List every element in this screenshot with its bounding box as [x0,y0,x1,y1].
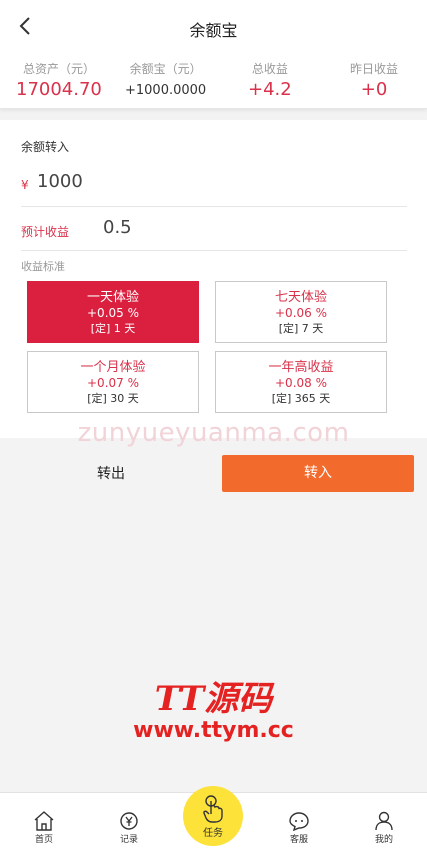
tab-profile[interactable]: 我的 [354,793,414,845]
plan-name: 一天体验 [86,290,139,305]
section-title: 余额转入 [21,140,70,154]
transfer-out-button[interactable]: 转出 [18,456,204,492]
plan-term: [定] 7 天 [278,322,324,335]
stat-label: 总资产（元） [22,62,95,76]
estimate-row: 预计收益 0.5 [21,214,407,251]
page-title: 余额宝 [189,21,238,40]
plan-name: 一个月体验 [80,360,146,375]
transfer-in-button[interactable]: 转入 [222,455,414,492]
brand-watermark: TT源码 www.ttym.cc [0,680,427,744]
plan-term: [定] 1 天 [90,322,136,335]
plan-rate: +0.05 % [87,306,139,320]
plan-rate: +0.08 % [275,376,327,390]
tab-home[interactable]: 首页 [14,793,74,845]
brand-watermark-name: TT源码 [154,679,273,719]
plan-term: [定] 30 天 [87,392,139,405]
stat-label: 余额宝（元） [129,62,202,76]
estimate-label: 预计收益 [21,225,70,239]
stat-label: 总收益 [251,62,288,76]
plan-rate: +0.06 % [275,306,327,320]
site-watermark: zunyueyuanma.com [77,418,350,448]
stat-balance: 余额宝（元） +1000.0000 [125,60,206,98]
stat-total-assets: 总资产（元） 17004.70 [16,60,102,100]
plan-option-1year[interactable]: 一年高收益 +0.08 % [定] 365 天 [215,351,387,413]
plan-name: 七天体验 [274,290,327,305]
record-icon [120,812,138,830]
estimate-value: 0.5 [103,217,132,238]
tap-hand-icon [203,795,223,823]
stat-value: 17004.70 [16,79,102,100]
plan-option-1day[interactable]: 一天体验 +0.05 % [定] 1 天 [27,281,199,343]
tab-label: 我的 [374,835,393,845]
tab-label: 任务 [203,828,223,839]
top-bar: 余额宝 [0,0,427,52]
home-icon [34,811,54,831]
stat-yesterday-earnings: 昨日收益 +0 [350,60,398,100]
amount-input[interactable]: 1000 [37,171,83,192]
tab-label: 记录 [119,835,138,845]
currency-symbol: ¥ [21,178,29,192]
stats-bar: 总资产（元） 17004.70 余额宝（元） +1000.0000 总收益 +4… [0,52,427,109]
standard-label: 收益标准 [21,260,65,273]
plan-name: 一年高收益 [268,360,334,375]
chat-icon [289,812,309,831]
tab-task[interactable]: 任务 [183,786,243,846]
stat-value: +4.2 [248,79,292,100]
plan-option-1month[interactable]: 一个月体验 +0.07 % [定] 30 天 [27,351,199,413]
amount-field[interactable]: ¥ 1000 [21,170,407,207]
stat-value: +1000.0000 [125,83,207,98]
stat-label: 昨日收益 [350,62,399,76]
stat-total-earnings: 总收益 +4.2 [248,60,292,100]
plan-rate: +0.07 % [87,376,139,390]
tab-label: 客服 [289,835,308,845]
stat-value: +0 [360,79,388,100]
transfer-card: 余额转入 ¥ 1000 预计收益 0.5 收益标准 一天体验 +0.05 % [… [0,120,427,438]
plan-option-7day[interactable]: 七天体验 +0.06 % [定] 7 天 [215,281,387,343]
tab-label: 首页 [34,835,53,845]
tab-support[interactable]: 客服 [269,793,329,845]
plan-term: [定] 365 天 [271,392,331,405]
user-icon [375,811,393,831]
brand-watermark-url: www.ttym.cc [133,718,294,743]
tab-records[interactable]: 记录 [99,793,159,845]
